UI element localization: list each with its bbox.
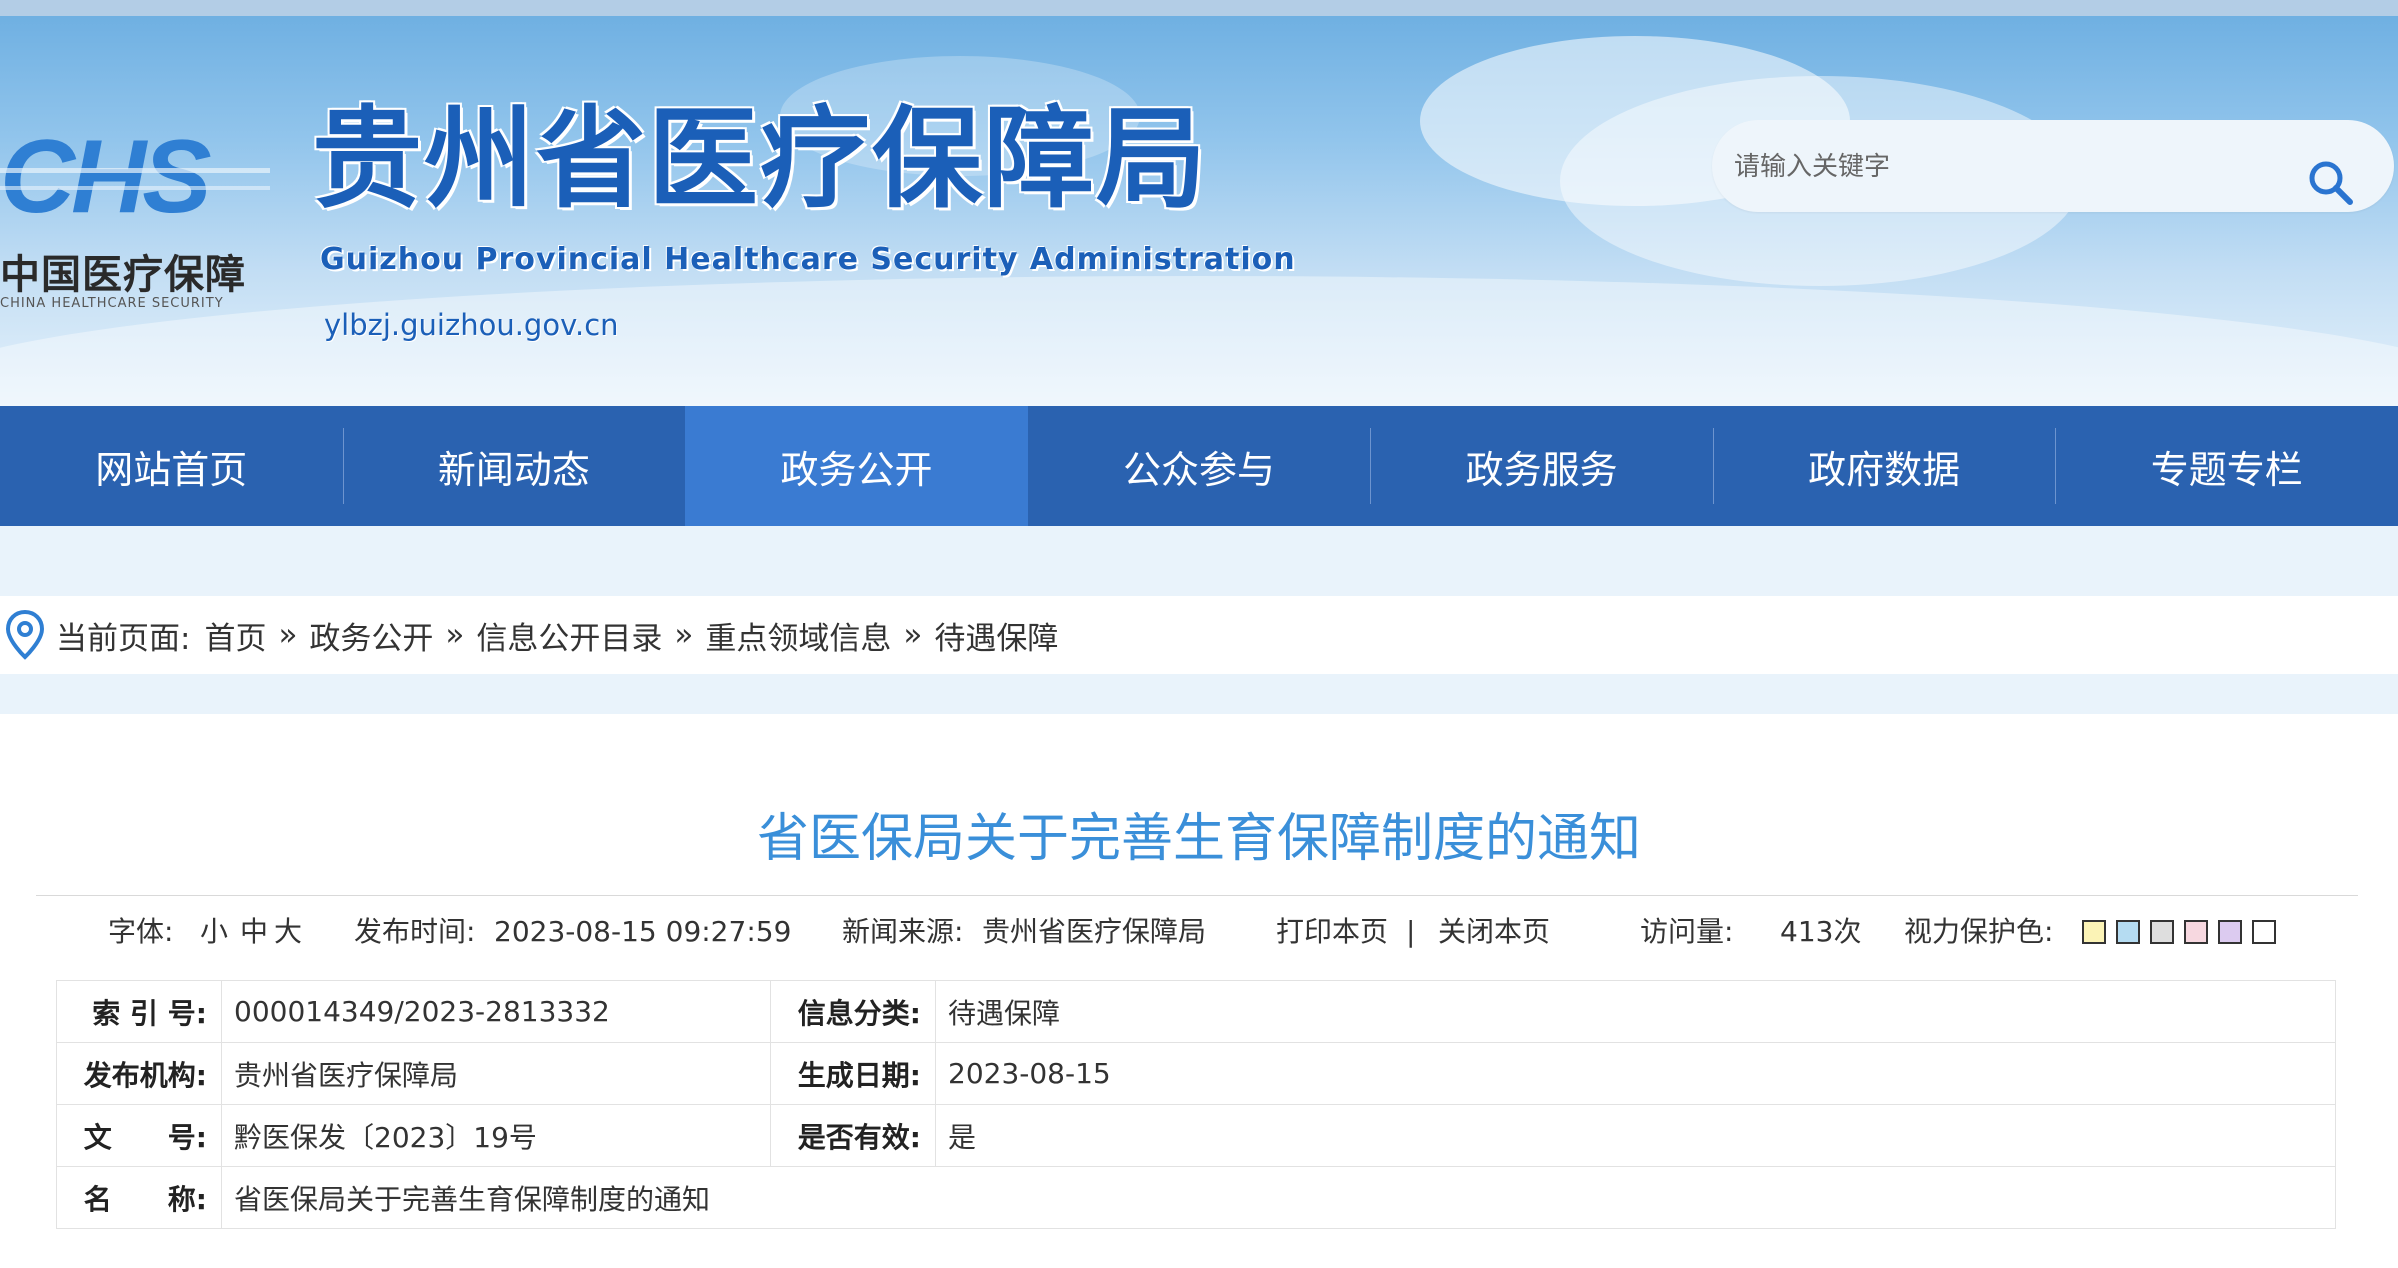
chs-logo[interactable]: CHS 中国医疗保障 CHINA HEALTHCARE SECURITY [0, 128, 280, 318]
search-box [1712, 120, 2394, 212]
index-number-value: 000014349/2023-2813332 [221, 980, 771, 1043]
eye-care-swatch-white[interactable] [2252, 920, 2276, 944]
site-title: 贵州省医疗保障局 [312, 95, 1208, 223]
document-name-value: 省医保局关于完善生育保障制度的通知 [221, 1166, 2336, 1229]
table-row: 发布机构: 贵州省医疗保障局 生成日期: 2023-08-15 [56, 1042, 2336, 1105]
article-title: 省医保局关于完善生育保障制度的通知 [756, 809, 1641, 869]
info-category-value: 待遇保障 [935, 980, 2336, 1043]
logo-english-text: CHINA HEALTHCARE SECURITY [0, 296, 224, 311]
article-meta-bar: 字体: 小 中 大 发布时间: 2023-08-15 09:27:59 新闻来源… [0, 910, 2398, 954]
close-page-link[interactable]: 关闭本页 [1438, 910, 1550, 954]
index-number-label: 索 引 号: [56, 980, 222, 1043]
eye-care-color-label: 视力保护色: [1904, 915, 2054, 948]
site-english-title: Guizhou Provincial Healthcare Security A… [320, 242, 1296, 277]
info-category-label: 信息分类: [770, 980, 936, 1043]
news-source: 贵州省医疗保障局 [982, 915, 1207, 948]
divider [36, 895, 2358, 896]
top-strip [0, 0, 2398, 16]
font-size-small-button[interactable]: 小 [200, 910, 228, 954]
svg-text:CHS: CHS [0, 128, 211, 226]
chs-logo-mark: CHS [0, 128, 270, 226]
validity-label: 是否有效: [770, 1104, 936, 1167]
nav-item-home[interactable]: 网站首页 [0, 406, 343, 526]
table-row: 文 号: 黔医保发〔2023〕19号 是否有效: 是 [56, 1104, 2336, 1167]
publishing-org-value: 贵州省医疗保障局 [221, 1042, 771, 1105]
nav-item-public-participation[interactable]: 公众参与 [1028, 406, 1371, 526]
breadcrumb-separator: » [445, 617, 465, 653]
logo-chinese-text: 中国医疗保障 [0, 252, 246, 298]
publish-time: 2023-08-15 09:27:59 [494, 915, 792, 948]
generation-date-label: 生成日期: [770, 1042, 936, 1105]
nav-item-special-topics[interactable]: 专题专栏 [2055, 406, 2398, 526]
document-number-label: 文 号: [56, 1104, 222, 1167]
eye-care-color-swatches [2082, 920, 2276, 944]
breadcrumb-separator: » [674, 617, 694, 653]
breadcrumb-info-catalog[interactable]: 信息公开目录 [476, 613, 662, 658]
nav-item-government-affairs-disclosure[interactable]: 政务公开 [685, 406, 1028, 526]
location-pin-icon [5, 609, 45, 660]
search-button[interactable] [2306, 158, 2356, 208]
main-nav: 网站首页 新闻动态 政务公开 公众参与 政务服务 政府数据 专题专栏 [0, 406, 2398, 526]
breadcrumb-key-area-info[interactable]: 重点领域信息 [705, 613, 891, 658]
eye-care-swatch-blue[interactable] [2116, 920, 2140, 944]
search-input[interactable] [1732, 140, 2296, 194]
breadcrumb-prefix: 当前页面: [56, 620, 191, 657]
publish-time-label: 发布时间: [354, 915, 476, 948]
nav-item-government-services[interactable]: 政务服务 [1370, 406, 1713, 526]
document-info-table: 索 引 号: 000014349/2023-2813332 信息分类: 待遇保障… [56, 980, 2336, 1229]
article-panel: 省医保局关于完善生育保障制度的通知 字体: 小 中 大 发布时间: 2023-0… [0, 714, 2398, 1268]
font-size-medium-button[interactable]: 中 [240, 910, 268, 954]
breadcrumb-benefits[interactable]: 待遇保障 [934, 613, 1058, 658]
table-row: 名 称: 省医保局关于完善生育保障制度的通知 [56, 1166, 2336, 1229]
eye-care-swatch-gray[interactable] [2150, 920, 2174, 944]
breadcrumb-home[interactable]: 首页 [204, 613, 266, 658]
font-size-large-button[interactable]: 大 [274, 910, 302, 954]
news-source-label: 新闻来源: [842, 915, 964, 948]
nav-item-news[interactable]: 新闻动态 [342, 406, 686, 526]
font-size-label: 字体: [108, 915, 174, 948]
validity-value: 是 [935, 1104, 2336, 1167]
breadcrumb: 当前页面: 首页 » 政务公开 » 信息公开目录 » 重点领域信息 » 待遇保障 [0, 596, 2398, 674]
breadcrumb-separator: » [903, 617, 923, 653]
breadcrumb-government-affairs[interactable]: 政务公开 [309, 613, 433, 658]
print-page-link[interactable]: 打印本页 [1276, 910, 1388, 954]
site-url: ylbzj.guizhou.gov.cn [324, 308, 619, 342]
table-row: 索 引 号: 000014349/2023-2813332 信息分类: 待遇保障 [56, 980, 2336, 1043]
search-icon [2309, 161, 2353, 205]
nav-item-government-data[interactable]: 政府数据 [1712, 406, 2056, 526]
document-name-label: 名 称: [56, 1166, 222, 1229]
visit-count-label: 访问量: [1640, 915, 1734, 948]
breadcrumb-separator: » [278, 617, 298, 653]
visit-count: 413次 [1780, 915, 1862, 948]
meta-divider: | [1406, 915, 1416, 948]
eye-care-swatch-pink[interactable] [2184, 920, 2208, 944]
publishing-org-label: 发布机构: [56, 1042, 222, 1105]
generation-date-value: 2023-08-15 [935, 1042, 2336, 1105]
eye-care-swatch-purple[interactable] [2218, 920, 2242, 944]
document-number-value: 黔医保发〔2023〕19号 [221, 1104, 771, 1167]
eye-care-swatch-yellow[interactable] [2082, 920, 2106, 944]
